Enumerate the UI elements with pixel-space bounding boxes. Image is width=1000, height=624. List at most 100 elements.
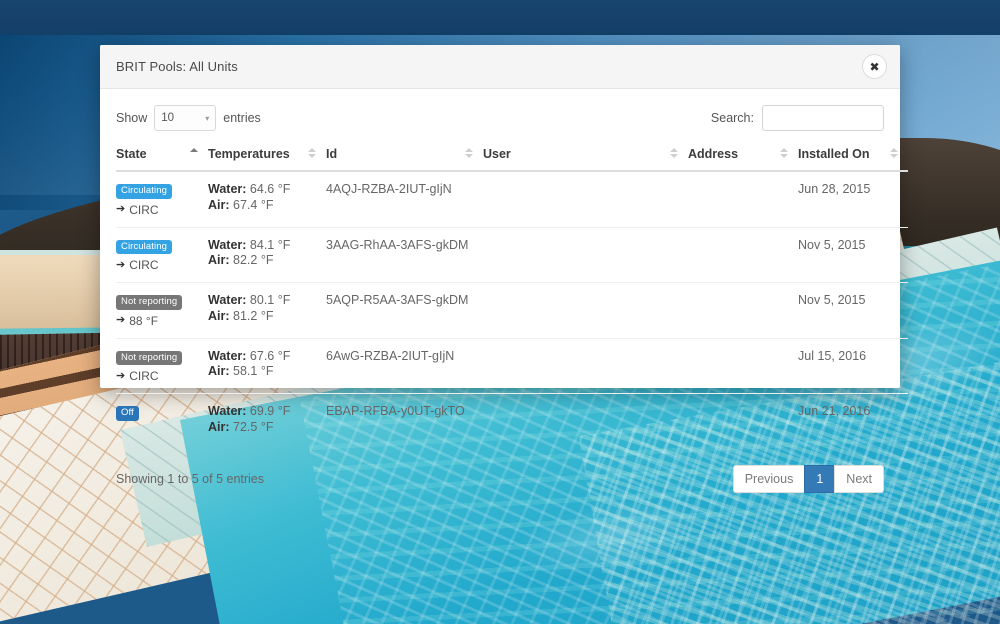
state-detail-label: CIRC bbox=[129, 369, 158, 383]
cell-temperatures: Water: 80.1 °FAir: 81.2 °F bbox=[208, 283, 326, 339]
state-detail-label: 88 °F bbox=[129, 314, 158, 328]
cell-id: 5AQP-R5AA-3AFS-gkDM bbox=[326, 283, 483, 339]
cell-state: Not reporting➔CIRC bbox=[116, 338, 208, 394]
table-row[interactable]: Not reporting ➔88 °F Water: 80.1 °FAir: 81… bbox=[116, 283, 908, 339]
cell-id: 4AQJ-RZBA-2IUT-gIjN bbox=[326, 171, 483, 227]
water-temperature-value: 84.1 °F bbox=[250, 238, 290, 252]
air-temperature: Air: 72.5 °F bbox=[208, 420, 318, 436]
water-temperature-value: 64.6 °F bbox=[250, 182, 290, 196]
cell-temperatures: Water: 69.9 °FAir: 72.5 °F bbox=[208, 394, 326, 446]
search-control: Search: bbox=[711, 105, 884, 131]
cell-installed-on: Nov 5, 2015 bbox=[798, 283, 908, 339]
previous-page-button[interactable]: Previous bbox=[733, 465, 806, 493]
column-header-user[interactable]: User bbox=[483, 147, 688, 171]
column-header-state[interactable]: State bbox=[116, 147, 208, 171]
cell-id: EBAP-RFBA-y0UT-gkTO bbox=[326, 394, 483, 446]
table-row[interactable]: OffWater: 69.9 °FAir: 72.5 °FEBAP-RFBA-y… bbox=[116, 394, 908, 446]
water-temperature: Water: 69.9 °F bbox=[208, 404, 318, 420]
table-row[interactable]: Not reporting➔CIRCWater: 67.6 °FAir: 58.… bbox=[116, 338, 908, 394]
cell-installed-on: Jun 28, 2015 bbox=[798, 171, 908, 227]
table-row[interactable]: Circulating ➔CIRC Water: 84.1 °FAir: 82.2 … bbox=[116, 227, 908, 283]
cell-user bbox=[483, 171, 688, 227]
air-temperature: Air: 81.2 °F bbox=[208, 309, 318, 325]
cell-state: Circulating ➔CIRC bbox=[116, 227, 208, 283]
column-label: Address bbox=[688, 147, 738, 161]
cell-id: 3AAG-RhAA-3AFS-gkDM bbox=[326, 227, 483, 283]
column-header-id[interactable]: Id bbox=[326, 147, 483, 171]
chevron-down-icon: ▾ bbox=[205, 114, 209, 123]
cell-address bbox=[688, 171, 798, 227]
water-temperature-label: Water: bbox=[208, 182, 246, 196]
sort-icon bbox=[308, 148, 316, 158]
air-temperature-label: Air: bbox=[208, 364, 230, 378]
water-temperature: Water: 84.1 °F bbox=[208, 238, 318, 254]
column-label: Id bbox=[326, 147, 337, 161]
air-temperature-value: 81.2 °F bbox=[233, 309, 273, 323]
cell-user bbox=[483, 394, 688, 446]
search-label: Search: bbox=[711, 111, 754, 125]
air-temperature-value: 72.5 °F bbox=[233, 420, 273, 434]
column-label: State bbox=[116, 147, 147, 161]
sort-icon bbox=[780, 148, 788, 158]
state-detail: ➔CIRC bbox=[116, 258, 200, 272]
page-button-1[interactable]: 1 bbox=[804, 465, 835, 493]
units-modal: BRIT Pools: All Units ✖ Show 10 ▾ entrie… bbox=[100, 45, 900, 388]
cell-installed-on: Jun 21, 2016 bbox=[798, 394, 908, 446]
cell-temperatures: Water: 84.1 °FAir: 82.2 °F bbox=[208, 227, 326, 283]
show-label: Show bbox=[116, 111, 147, 125]
state-detail: ➔88 °F bbox=[116, 314, 200, 328]
next-page-button[interactable]: Next bbox=[834, 465, 884, 493]
units-table: State Temperatures Id bbox=[116, 147, 908, 445]
column-header-address[interactable]: Address bbox=[688, 147, 798, 171]
status-badge: Circulating bbox=[116, 240, 172, 255]
cell-address bbox=[688, 283, 798, 339]
table-header-row: State Temperatures Id bbox=[116, 147, 908, 171]
table-toolbar: Show 10 ▾ entries Search: bbox=[116, 103, 884, 133]
cell-installed-on: Jul 15, 2016 bbox=[798, 338, 908, 394]
water-temperature-value: 67.6 °F bbox=[250, 349, 290, 363]
status-badge: Off bbox=[116, 406, 139, 421]
water-temperature-label: Water: bbox=[208, 238, 246, 252]
table-row[interactable]: Circulating➔CIRCWater: 64.6 °FAir: 67.4 … bbox=[116, 171, 908, 227]
cell-user bbox=[483, 227, 688, 283]
units-table-body: Circulating➔CIRCWater: 64.6 °FAir: 67.4 … bbox=[116, 171, 908, 445]
air-temperature-label: Air: bbox=[208, 420, 230, 434]
sort-icon bbox=[890, 148, 898, 158]
modal-header: BRIT Pools: All Units ✖ bbox=[100, 45, 900, 89]
modal-body: Show 10 ▾ entries Search: State bbox=[100, 89, 900, 499]
search-input[interactable] bbox=[762, 105, 884, 131]
column-label: User bbox=[483, 147, 511, 161]
entries-label: entries bbox=[223, 111, 261, 125]
water-temperature-label: Water: bbox=[208, 293, 246, 307]
water-temperature: Water: 67.6 °F bbox=[208, 349, 318, 365]
air-temperature-value: 67.4 °F bbox=[233, 198, 273, 212]
sky-upper-band bbox=[0, 0, 1000, 35]
sort-icon bbox=[670, 148, 678, 158]
air-temperature: Air: 58.1 °F bbox=[208, 364, 318, 380]
column-label: Installed On bbox=[798, 147, 870, 161]
cell-address bbox=[688, 394, 798, 446]
status-badge: Circulating bbox=[116, 184, 172, 199]
page-length-control: Show 10 ▾ entries bbox=[116, 105, 261, 131]
cell-user bbox=[483, 338, 688, 394]
water-temperature-value: 69.9 °F bbox=[250, 404, 290, 418]
column-header-temperatures[interactable]: Temperatures bbox=[208, 147, 326, 171]
column-label: Temperatures bbox=[208, 147, 290, 161]
water-temperature: Water: 64.6 °F bbox=[208, 182, 318, 198]
page-length-select[interactable]: 10 ▾ bbox=[154, 105, 216, 131]
cell-state: Circulating➔CIRC bbox=[116, 171, 208, 227]
cell-user bbox=[483, 283, 688, 339]
air-temperature-label: Air: bbox=[208, 198, 230, 212]
close-icon[interactable]: ✖ bbox=[862, 54, 887, 79]
table-footer: Showing 1 to 5 of 5 entries Previous 1 N… bbox=[116, 445, 884, 499]
state-detail-label: CIRC bbox=[129, 258, 158, 272]
column-header-installed-on[interactable]: Installed On bbox=[798, 147, 908, 171]
status-badge: Not reporting bbox=[116, 351, 182, 366]
status-badge: Not reporting bbox=[116, 295, 182, 310]
entries-info: Showing 1 to 5 of 5 entries bbox=[116, 472, 264, 486]
cell-id: 6AwG-RZBA-2IUT-gIjN bbox=[326, 338, 483, 394]
air-temperature: Air: 67.4 °F bbox=[208, 198, 318, 214]
arrow-right-icon: ➔ bbox=[116, 204, 125, 215]
sort-icon bbox=[465, 148, 473, 158]
cell-address bbox=[688, 227, 798, 283]
